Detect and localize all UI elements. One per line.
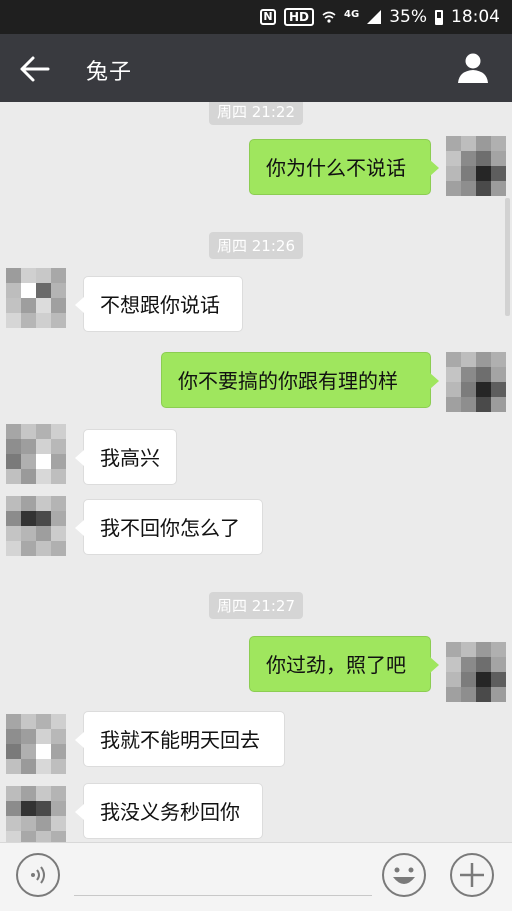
contact-avatar[interactable] xyxy=(6,786,66,842)
message-bubble[interactable]: 你过劲，照了吧 xyxy=(249,636,439,692)
clock: 18:04 xyxy=(451,7,500,27)
contact-avatar[interactable] xyxy=(6,496,66,556)
message-bubble[interactable]: 不想跟你说话 xyxy=(75,276,243,332)
voice-icon xyxy=(31,866,45,884)
network-type: 4G xyxy=(344,8,360,20)
hd-badge: HD xyxy=(284,8,315,26)
nfc-icon: N xyxy=(260,9,277,25)
chat-title: 兔子 xyxy=(86,60,133,85)
timestamp: 周四 21:27 xyxy=(0,592,512,619)
person-icon[interactable] xyxy=(456,52,490,84)
message-input[interactable] xyxy=(74,895,372,896)
message-bubble[interactable]: 你不要搞的你跟有理的样 xyxy=(161,352,439,408)
my-avatar[interactable] xyxy=(446,642,506,702)
message-bubble[interactable]: 我高兴 xyxy=(75,429,177,485)
message-bubble[interactable]: 我不回你怎么了 xyxy=(75,499,263,555)
status-bar: N HD 4G 35% 18:04 xyxy=(0,0,512,34)
message-bubble[interactable]: 你为什么不说话 xyxy=(249,139,439,195)
plus-icon[interactable] xyxy=(448,851,496,899)
battery-percent: 35% xyxy=(389,7,427,27)
wifi-icon xyxy=(322,11,336,23)
timestamp: 周四 21:22 xyxy=(0,102,512,125)
input-bar xyxy=(0,842,512,911)
arrow-left-icon[interactable] xyxy=(18,54,52,84)
my-avatar[interactable] xyxy=(446,136,506,196)
contact-avatar[interactable] xyxy=(6,714,66,774)
timestamp: 周四 21:26 xyxy=(0,232,512,259)
contact-avatar[interactable] xyxy=(6,424,66,484)
message-bubble[interactable]: 我没义务秒回你 xyxy=(75,783,263,839)
message-list[interactable]: 周四 21:22 你为什么不说话 周四 21:26 不想跟你说话 你不要搞的你跟… xyxy=(0,102,512,842)
contact-avatar[interactable] xyxy=(6,268,66,328)
voice-button[interactable] xyxy=(16,853,60,897)
chat-header: 兔子 xyxy=(0,34,512,102)
battery-icon xyxy=(435,9,443,25)
my-avatar[interactable] xyxy=(446,352,506,412)
smiley-icon[interactable] xyxy=(380,851,428,899)
message-bubble[interactable]: 我就不能明天回去 xyxy=(75,711,285,767)
signal-icon xyxy=(367,10,382,24)
